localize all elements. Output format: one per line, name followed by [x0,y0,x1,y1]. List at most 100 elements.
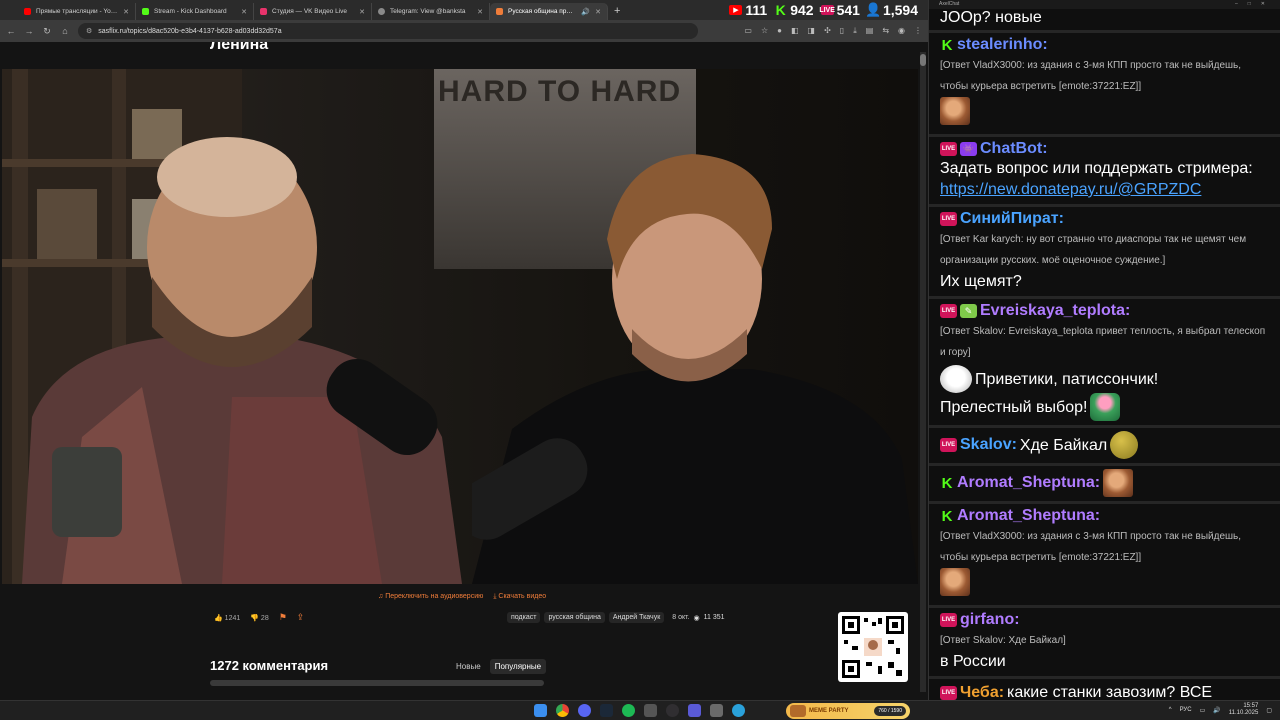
discord-icon[interactable] [578,704,591,717]
kick-badge-icon: K [941,474,953,492]
tab-title: Прямые трансляции - YouTube [36,8,119,15]
back-icon[interactable]: ← [6,26,16,36]
download-icon[interactable]: ⤓ [853,26,857,36]
spotify-icon[interactable] [622,704,635,717]
notification-icon[interactable]: ▢ [1266,707,1272,714]
windows-start-icon[interactable] [534,704,547,717]
chat-window-title: AxelChat [939,1,960,7]
home-icon[interactable]: ⌂ [60,26,70,36]
network-icon[interactable]: ▭ [1200,707,1206,714]
smirk-emote-icon [1110,431,1139,459]
bookmark-icon[interactable]: ⚑ [279,612,287,623]
chrome-icon[interactable] [556,704,569,717]
emote-icon [940,568,970,596]
toolbar: ← → ↻ ⌂ ⚙ sasflix.ru/topics/d8ac520b-e3b… [0,20,928,42]
new-tab-button[interactable]: + [614,3,620,20]
kick-count: 942 [790,2,814,18]
comment-input[interactable] [210,680,544,686]
forward-icon[interactable]: → [24,26,34,36]
download-video-label: Скачать видео [498,593,547,600]
username[interactable]: Aromat_Sheptuna: [957,507,1100,525]
sidebar-icon[interactable]: ▯ [840,26,844,36]
donate-link[interactable]: https://new.donatepay.ru/@GRPZDC [940,179,1271,200]
meme-party-widget[interactable]: MEME PARTY 760 / 1590 [786,703,910,719]
username[interactable]: Evreiskaya_teplota: [980,302,1130,320]
username[interactable]: stealerinho: [957,36,1048,54]
star-icon[interactable]: ☆ [761,26,768,36]
window-controls[interactable]: –□✕ [1235,0,1275,9]
language-indicator[interactable]: РУС [1180,707,1192,713]
vk-live-badge-icon: LIVE [940,212,957,226]
vk-live-badge-icon: LIVE [940,142,957,156]
party-image [790,705,806,717]
username[interactable]: girfano: [960,611,1020,629]
address-bar[interactable]: ⚙ sasflix.ru/topics/d8ac520b-e3b4-4137-b… [78,23,698,39]
username[interactable]: Skalov: [960,436,1017,454]
obs-icon[interactable] [666,704,679,717]
app-icon[interactable] [644,704,657,717]
chat-message: LIVE 👾 ChatBot: Задать вопрос или поддер… [929,137,1280,207]
download-video-link[interactable]: ⤓ Скачать видео [493,593,546,601]
username[interactable]: ChatBot: [980,140,1048,158]
like-count: 1241 [224,614,241,622]
extension-icon[interactable]: ◨ [808,26,816,36]
puzzle-icon[interactable]: ✣ [824,26,831,36]
reply-text: [Ответ VladX3000: из здания с 3-мя КПП п… [940,60,1242,92]
tag-chip[interactable]: подкаст [507,612,541,623]
audio-version-link[interactable]: ♫ Переключить на аудиоверсию [378,593,483,601]
steam-icon[interactable] [600,704,613,717]
person-right [472,154,918,584]
close-icon[interactable]: ✕ [359,8,365,16]
url-text: sasflix.ru/topics/d8ac520b-e3b4-4137-b62… [98,27,282,35]
split-icon[interactable]: ▤ [866,26,874,36]
close-icon[interactable]: ✕ [241,8,247,16]
username[interactable]: Aromat_Sheptuna: [957,474,1100,492]
dislike-button[interactable]: 👎 28 [250,614,268,622]
app-icon[interactable] [710,704,723,717]
profile-icon[interactable]: ◉ [898,26,905,36]
app-icon[interactable] [688,704,701,717]
clock[interactable]: 15:57 11.10.2025 [1229,703,1259,717]
robot-badge-icon: 👾 [960,142,977,156]
tab-telegram[interactable]: Telegram: View @banksta ✕ [372,3,490,20]
tab-title: Stream - Kick Dashboard [154,8,227,15]
volume-icon[interactable]: 🔊 [1213,707,1220,714]
kick-viewers: K 942 [774,2,814,18]
tag-chip[interactable]: Андрей Ткачук [608,612,665,623]
close-icon[interactable]: ✕ [595,8,601,16]
qr-code[interactable] [838,612,908,682]
cast-icon[interactable]: ▭ [744,26,752,36]
tab-kick[interactable]: Stream - Kick Dashboard ✕ [136,3,254,20]
message-text: Хде Байкал [1019,436,1108,454]
like-button[interactable]: 👍 1241 [214,614,240,622]
message-text: Задать вопрос или поддержать стримера: [940,160,1253,177]
reload-icon[interactable]: ↻ [42,26,52,37]
site-info-icon[interactable]: ⚙ [86,27,92,35]
speaker-icon[interactable]: 🔊 [581,8,590,16]
tab-youtube[interactable]: Прямые трансляции - YouTube ✕ [18,3,136,20]
stream-stats: ▶ 111 K 942 LIVE 541 👤 1,594 [729,0,928,20]
extension-icon[interactable]: ◧ [791,26,799,36]
video-player[interactable]: HARD TO HARD [2,69,918,584]
sort-new-button[interactable]: Новые [451,659,486,674]
username[interactable]: Чеба: [960,684,1004,701]
tab-vk[interactable]: Студия — VK Видео Live ✕ [254,3,372,20]
sync-icon[interactable]: ⇆ [882,26,889,36]
close-icon[interactable]: ✕ [477,8,483,16]
share-icon[interactable]: ⇪ [297,612,305,623]
page-scrollbar[interactable] [920,52,926,692]
tab-current[interactable]: Русская община про мигр... 🔊 ✕ [490,3,608,20]
sort-popular-button[interactable]: Популярные [489,659,547,674]
total-count: 1,594 [882,2,918,18]
chat-message: LIVE girfano: [Ответ Skalov: Хде Байкал]… [929,608,1280,679]
tag-chip[interactable]: русская община [544,612,605,623]
close-icon[interactable]: ✕ [123,8,129,16]
scrollbar-thumb[interactable] [920,54,926,66]
chevron-up-icon[interactable]: ^ [1169,707,1172,713]
extension-icon[interactable]: ● [777,26,782,36]
toolbar-actions: ▭ ☆ ● ◧ ◨ ✣ ▯ ⤓ ▤ ⇆ ◉ ⋮ [744,26,922,36]
comment-sort: Новые Популярные [451,659,547,674]
username[interactable]: СинийПират: [960,210,1064,228]
telegram-icon[interactable] [732,704,745,717]
menu-icon[interactable]: ⋮ [914,26,922,36]
